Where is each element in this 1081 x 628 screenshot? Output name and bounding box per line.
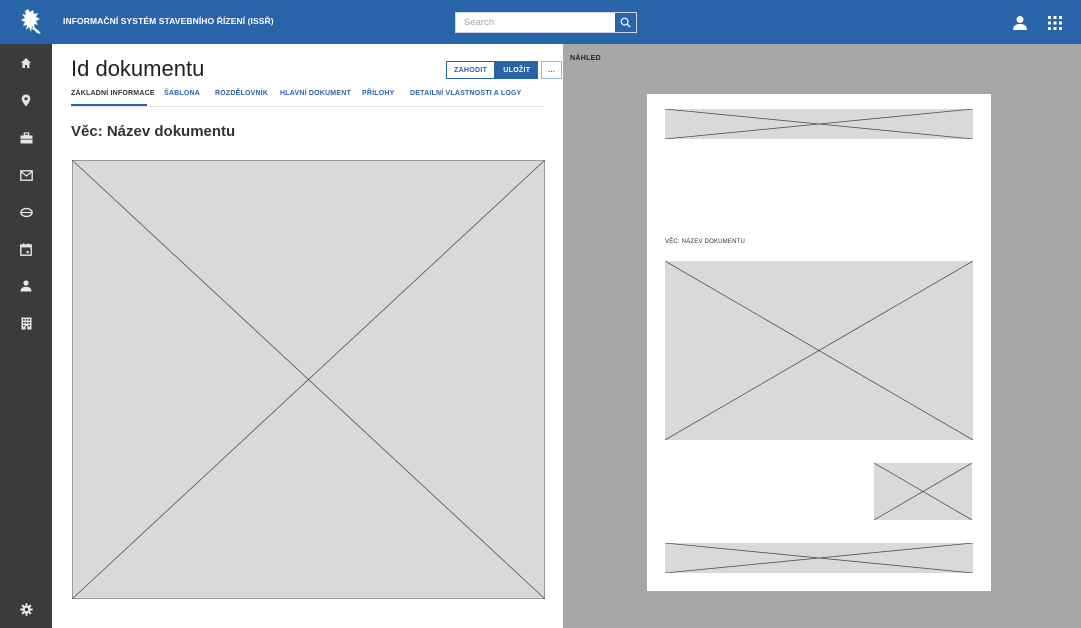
search-icon (620, 17, 631, 28)
apps-grid-icon[interactable] (1047, 15, 1063, 31)
nav-item-briefcase[interactable] (16, 128, 36, 148)
nav-item-building[interactable] (16, 313, 36, 333)
tab-distribution[interactable]: ROZDĚLOVNÍK (215, 90, 268, 97)
preview-panel: NÁHLED VĚC: NÁZEV DOKUMENTU (563, 44, 1081, 628)
preview-subject: VĚC: NÁZEV DOKUMENTU (665, 239, 746, 245)
search-input[interactable] (456, 13, 614, 32)
document-subject: Věc: Název dokumentu (71, 123, 236, 140)
home-icon (21, 58, 31, 68)
tab-main-document[interactable]: HLAVNÍ DOKUMENT (280, 90, 351, 97)
active-tab-indicator (71, 104, 147, 106)
tab-attachments[interactable]: PŘÍLOHY (362, 90, 395, 97)
save-button[interactable]: ULOŽIT (495, 61, 539, 79)
nav-item-home[interactable] (16, 53, 36, 73)
nav-item-person[interactable] (16, 276, 36, 296)
search-box (455, 12, 637, 33)
nav-item-location[interactable] (16, 90, 36, 110)
location-pin-icon (21, 94, 31, 106)
header-placeholder (665, 109, 973, 139)
calendar-icon (20, 242, 32, 256)
nav-item-settings[interactable] (16, 599, 36, 619)
search-button[interactable] (614, 13, 636, 32)
document-title: Id dokumentu (71, 56, 205, 81)
tab-details-and-logs[interactable]: DETAILNÍ VLASTNOSTI A LOGY (410, 90, 522, 97)
content-placeholder (72, 160, 545, 599)
lion-emblem-icon[interactable] (19, 8, 45, 36)
nav-item-storage[interactable] (16, 202, 36, 222)
user-icon[interactable] (1012, 15, 1028, 31)
action-buttons: ZAHODIT ULOŽIT ... (446, 61, 563, 79)
tab-template[interactable]: ŠABLONA (164, 90, 200, 97)
body-placeholder (665, 261, 973, 440)
more-button[interactable]: ... (541, 61, 563, 79)
nav-item-calendar[interactable] (16, 239, 36, 259)
nav-item-mail[interactable] (16, 165, 36, 185)
gear-icon (19, 602, 33, 616)
discard-button[interactable]: ZAHODIT (446, 61, 496, 79)
preview-page: VĚC: NÁZEV DOKUMENTU (647, 94, 991, 591)
person-icon (20, 280, 32, 292)
top-bar: INFORMAČNÍ SYSTÉM STAVEBNÍHO ŘÍZENÍ (ISS… (0, 0, 1081, 44)
signature-placeholder (874, 463, 972, 520)
briefcase-icon (20, 132, 32, 144)
footer-placeholder (665, 543, 973, 573)
mail-icon (19, 169, 33, 181)
tab-basic-info[interactable]: ZÁKLADNÍ INFORMACE (71, 90, 155, 97)
preview-label: NÁHLED (570, 55, 601, 62)
side-navigation (0, 44, 52, 628)
tab-bar: ZÁKLADNÍ INFORMACE ŠABLONA ROZDĚLOVNÍK H… (71, 90, 545, 107)
database-icon (19, 207, 33, 217)
editor-panel: Id dokumentu ZAHODIT ULOŽIT ... ZÁKLADNÍ… (52, 44, 563, 628)
app-title: INFORMAČNÍ SYSTÉM STAVEBNÍHO ŘÍZENÍ (ISS… (63, 16, 274, 26)
building-icon (21, 317, 31, 329)
